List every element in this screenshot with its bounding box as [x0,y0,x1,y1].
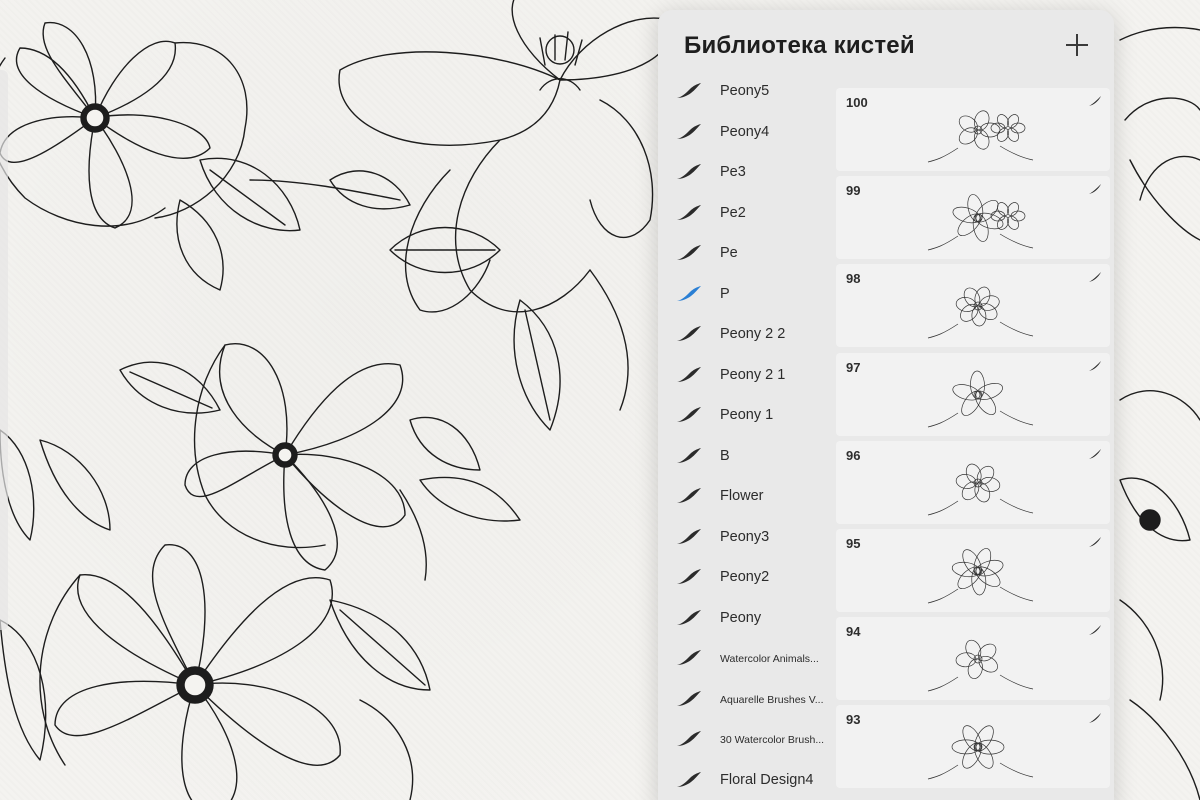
brush-set-label: 30 Watercolor Brush... [720,734,825,746]
brush-card[interactable]: 93 [836,705,1110,789]
brush-stroke-icon [677,366,701,382]
brush-set-item[interactable]: Peony [658,599,834,639]
brush-set-label: Peony4 [720,123,770,140]
brush-library-panel: Библиотека кистей Peony5 Peony4 Pe3 Pe2 Pe P P… [658,10,1114,800]
side-slider-bar[interactable] [0,70,8,630]
brush-set-label: Peony3 [720,528,770,545]
brush-stroke-icon [677,83,701,98]
brush-list[interactable]: 100 99 98 97 96 95 94 93 [836,88,1110,800]
brush-set-item[interactable]: Aquarelle Brushes V... [658,680,834,720]
brush-number: 96 [846,447,861,463]
brush-stroke-icon [677,164,701,179]
brush-set-label: Peony 1 [720,407,774,423]
brush-set-item[interactable]: P [658,275,834,315]
brush-card[interactable]: 100 [836,88,1110,171]
brush-card[interactable]: 96 [836,440,1110,524]
brush-card[interactable]: 98 [836,264,1110,348]
brush-stroke-icon [677,204,701,220]
brush-set-item[interactable]: Peony 1 [658,396,834,436]
panel-title: Библиотека кистей [684,32,915,59]
brush-stroke-icon [677,245,701,260]
brush-set-label: Aquarelle Brushes V... [720,693,824,706]
brush-set-item[interactable]: Peony3 [658,518,834,558]
brush-preview-image [927,640,1034,692]
brush-stroke-icon [677,731,701,746]
brush-set-item[interactable]: Pe2 [658,194,834,234]
brush-stroke-icon [677,528,701,544]
brush-stroke-icon [677,285,701,301]
brush-set-item[interactable]: Watercolor Animals... [658,639,834,679]
brush-number: 93 [846,712,861,728]
brush-stroke-icon [1089,625,1101,636]
brush-set-label: Peony 2 2 [720,326,786,342]
brush-set-label: Peony 2 1 [720,366,786,383]
brush-stroke-icon [677,609,701,625]
brush-stroke-icon [677,650,701,665]
brush-set-label: Pe2 [720,204,746,221]
brush-stroke-icon [1089,537,1101,547]
brush-stroke-icon [677,326,701,341]
brush-set-item[interactable]: Peony 2 2 [658,315,834,355]
brush-number: 97 [846,359,861,375]
brush-number: 100 [846,95,868,110]
brush-set-label: Flower [720,488,764,504]
brush-stroke-icon [677,407,701,422]
brush-card[interactable]: 99 [836,176,1110,260]
brush-set-item[interactable]: Pe3 [658,153,834,193]
brush-stroke-icon [1089,360,1101,371]
brush-stroke-icon [1089,184,1101,195]
brush-stroke-icon [677,447,701,463]
brush-preview-image [927,287,1034,339]
brush-preview-image [927,370,1034,427]
brush-set-item[interactable]: Floral Design4 [658,761,834,800]
brush-set-item[interactable]: Peony2 [658,558,834,598]
brush-preview-image [927,725,1034,780]
brush-set-item[interactable]: Peony5 [658,72,834,112]
brush-set-label: B [720,447,730,464]
add-brush-set-button[interactable] [1062,30,1092,60]
brush-number: 99 [846,183,861,199]
brush-stroke-icon [1089,448,1101,459]
brush-set-label: Watercolor Animals... [720,653,819,665]
brush-preview-image [927,548,1034,604]
brush-set-label: Pe3 [720,164,746,180]
brush-set-label: P [720,285,730,302]
brush-set-label: Floral Design4 [720,771,814,788]
brush-card[interactable]: 94 [836,617,1110,701]
brush-number: 98 [846,271,861,287]
brush-set-item[interactable]: 30 Watercolor Brush... [658,720,834,760]
brush-stroke-icon [1089,713,1101,724]
brush-set-item[interactable]: Peony 2 1 [658,356,834,396]
brush-set-item[interactable]: Flower [658,477,834,517]
brush-stroke-icon [1089,96,1101,106]
brush-stroke-icon [1089,272,1101,283]
brush-card[interactable]: 95 [836,529,1110,612]
brush-preview-image [927,110,1034,163]
brush-number: 95 [846,536,861,551]
brush-card[interactable]: 97 [836,352,1110,436]
brush-sets-list[interactable]: Peony5 Peony4 Pe3 Pe2 Pe P Peony 2 2 Peony 2 1 P… [658,72,834,800]
brush-stroke-icon [677,771,701,787]
brush-set-item[interactable]: Pe [658,234,834,274]
brush-stroke-icon [677,569,701,584]
brush-stroke-icon [677,488,701,503]
brush-set-label: Peony [720,609,762,626]
brush-number: 94 [846,624,861,640]
brush-set-item[interactable]: B [658,437,834,477]
brush-set-label: Peony5 [720,83,770,99]
brush-set-label: Peony2 [720,569,770,585]
brush-stroke-icon [677,123,701,139]
brush-set-item[interactable]: Peony4 [658,113,834,153]
brush-set-label: Pe [720,245,738,261]
brush-preview-image [927,194,1034,251]
brush-stroke-icon [677,690,701,706]
brush-preview-image [927,463,1034,516]
